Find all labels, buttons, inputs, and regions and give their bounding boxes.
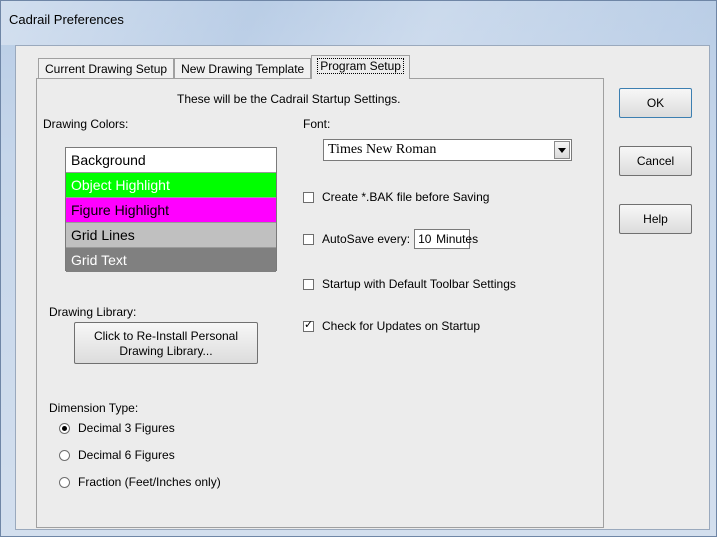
tab-new-drawing-template[interactable]: New Drawing Template: [174, 58, 312, 79]
check-updates-label: Check for Updates on Startup: [322, 319, 481, 333]
check-updates-option[interactable]: Check for Updates on Startup: [303, 318, 481, 333]
autosave-unit-label: Minutes: [436, 232, 479, 246]
dimension-option-fraction[interactable]: Fraction (Feet/Inches only): [59, 475, 221, 489]
color-item-background[interactable]: Background: [66, 148, 276, 173]
decimal-6-label: Decimal 6 Figures: [78, 448, 175, 462]
reinstall-library-button-line1: Click to Re-Install Personal: [93, 329, 239, 343]
startup-toolbar-option[interactable]: Startup with Default Toolbar Settings: [303, 277, 516, 291]
dialog-client-area: Current Drawing Setup New Drawing Templa…: [15, 45, 710, 530]
check-updates-checkbox[interactable]: [303, 318, 314, 332]
color-item-object-highlight[interactable]: Object Highlight: [66, 173, 276, 198]
startup-settings-header: These will be the Cadrail Startup Settin…: [177, 92, 401, 106]
color-item-grid-lines[interactable]: Grid Lines: [66, 223, 276, 248]
cancel-button[interactable]: Cancel: [619, 146, 692, 176]
tab-current-drawing-setup[interactable]: Current Drawing Setup: [38, 58, 175, 79]
create-bak-option[interactable]: Create *.BAK file before Saving: [303, 190, 489, 204]
drawing-library-label: Drawing Library:: [49, 305, 137, 319]
decimal-6-radio[interactable]: [59, 449, 70, 461]
autosave-label: AutoSave every:: [322, 232, 411, 246]
autosave-minutes-value: 10: [418, 232, 432, 246]
reinstall-library-button[interactable]: Click to Re-Install Personal Drawing Lib…: [74, 322, 258, 364]
decimal-3-label: Decimal 3 Figures: [78, 421, 175, 435]
fraction-label: Fraction (Feet/Inches only): [78, 475, 221, 489]
window-title: Cadrail Preferences: [9, 12, 124, 27]
tab-program-setup[interactable]: Program Setup: [311, 55, 410, 79]
startup-toolbar-checkbox[interactable]: [303, 278, 314, 290]
drawing-colors-label: Drawing Colors:: [43, 117, 129, 131]
help-button[interactable]: Help: [619, 204, 692, 234]
reinstall-library-button-line2: Drawing Library...: [119, 344, 213, 358]
chevron-down-icon[interactable]: [554, 141, 570, 159]
drawing-colors-list[interactable]: Background Object Highlight Figure Highl…: [65, 147, 277, 272]
dimension-type-label: Dimension Type:: [49, 401, 139, 415]
decimal-3-radio[interactable]: [59, 422, 70, 434]
tab-program-setup-label: Program Setup: [317, 58, 404, 74]
font-label: Font:: [303, 117, 331, 131]
preferences-window: Cadrail Preferences Current Drawing Setu…: [0, 0, 717, 537]
font-select-value: Times New Roman: [328, 142, 437, 157]
dimension-option-decimal-3[interactable]: Decimal 3 Figures: [59, 421, 175, 435]
startup-toolbar-label: Startup with Default Toolbar Settings: [322, 277, 516, 291]
create-bak-checkbox[interactable]: [303, 191, 314, 203]
program-setup-panel: These will be the Cadrail Startup Settin…: [36, 78, 604, 528]
create-bak-label: Create *.BAK file before Saving: [322, 190, 490, 204]
font-select[interactable]: Times New Roman: [323, 139, 572, 161]
color-item-figure-highlight[interactable]: Figure Highlight: [66, 198, 276, 223]
tab-bar: Current Drawing Setup New Drawing Templa…: [38, 55, 410, 79]
color-item-grid-text[interactable]: Grid Text: [66, 248, 276, 272]
dimension-option-decimal-6[interactable]: Decimal 6 Figures: [59, 448, 175, 462]
ok-button[interactable]: OK: [619, 88, 692, 118]
fraction-radio[interactable]: [59, 476, 70, 488]
autosave-checkbox[interactable]: [303, 233, 314, 245]
autosave-option[interactable]: AutoSave every: 10 Minutes: [303, 229, 478, 249]
